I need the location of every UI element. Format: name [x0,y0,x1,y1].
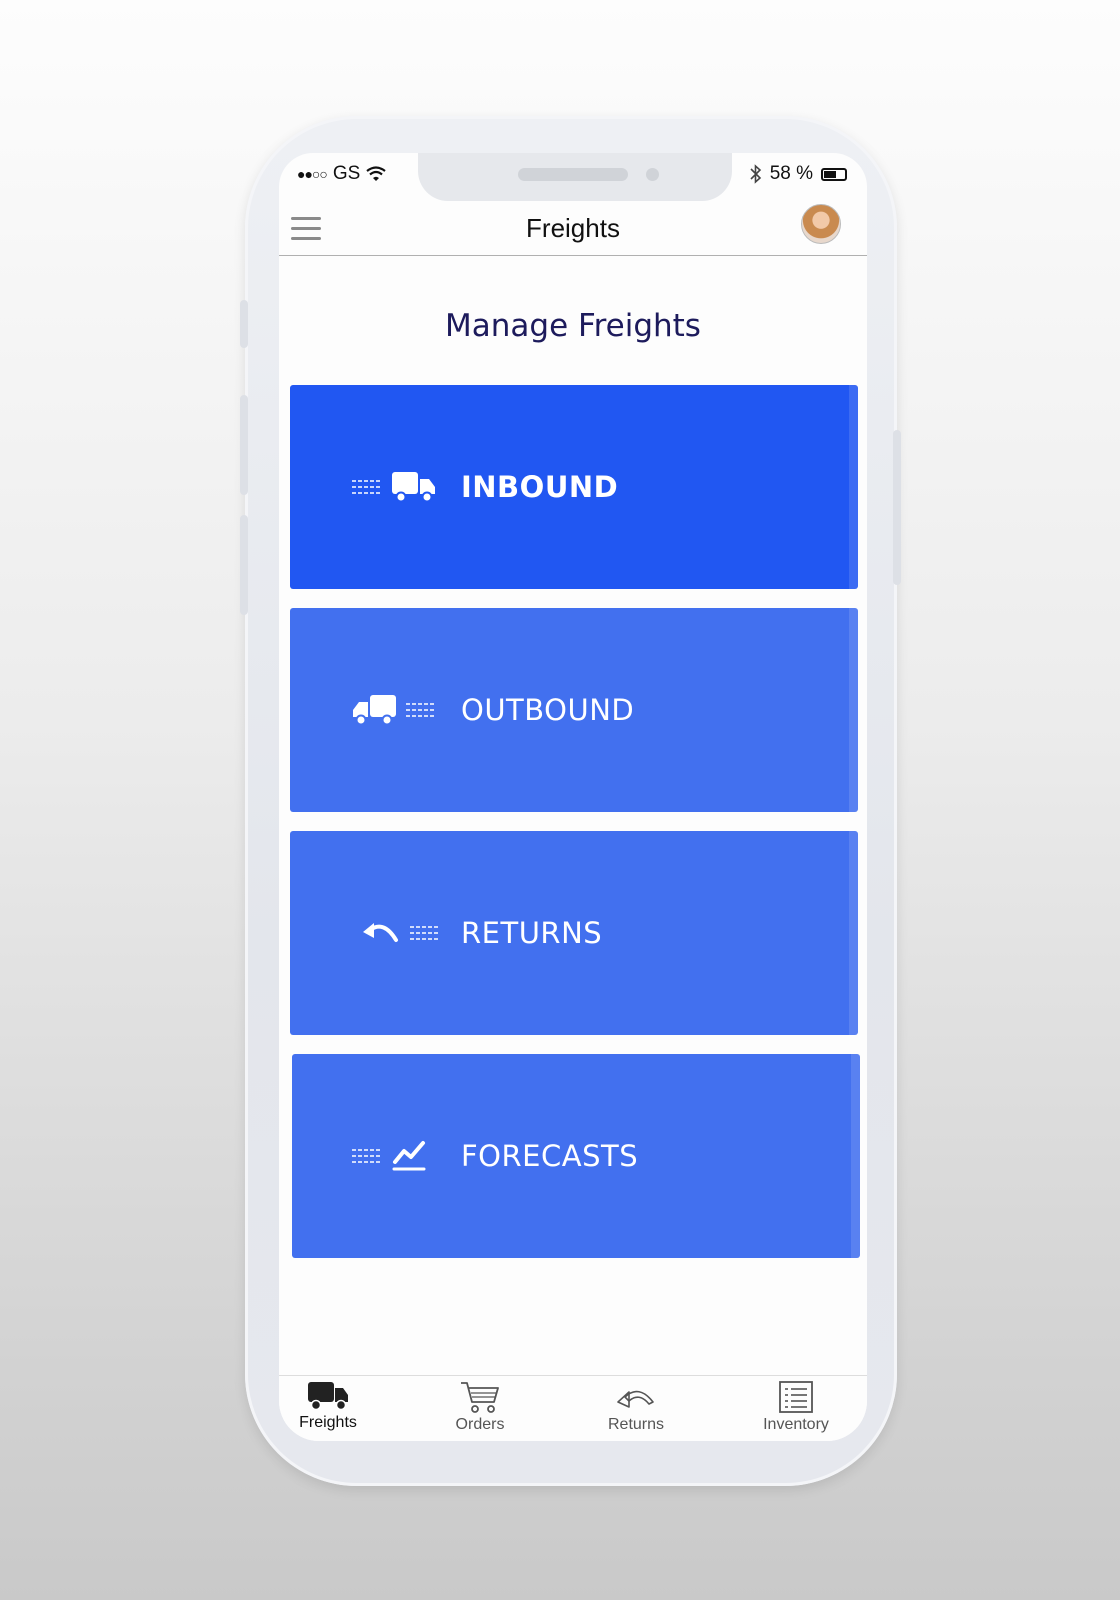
battery-icon [821,167,847,181]
user-avatar[interactable] [801,204,841,244]
speed-lines-icon [410,926,440,940]
tab-inventory-label: Inventory [763,1416,829,1433]
trend-chart-icon [392,1141,426,1171]
wifi-icon [366,166,386,181]
carrier-name: GS [332,163,361,184]
list-icon [779,1381,813,1413]
truck-icon [308,1382,348,1411]
bluetooth-icon [750,164,761,184]
outbound-icons [352,693,436,727]
phone-side-button [240,300,248,348]
returns-icons [362,920,440,946]
inbound-icons [352,470,436,504]
page-title: Manage Freights [445,308,701,344]
truck-icon [353,695,396,726]
tab-freights-label: Freights [299,1414,357,1431]
phone-volume-down [240,515,248,615]
cart-icon [461,1382,499,1413]
undo-arrow-icon [363,923,398,942]
returns-tile[interactable]: RETURNS [290,831,858,1035]
truck-icon [392,472,435,503]
app-screen: ●●○○ GS 58 % Freights Manage Freights IN… [279,153,867,1441]
speed-lines-icon [352,1149,382,1163]
tab-returns-label: Returns [607,1416,665,1433]
tab-orders-label: Orders [455,1416,505,1433]
speaker [518,168,628,181]
tab-orders[interactable]: Orders [425,1380,535,1434]
outbound-label: OUTBOUND [461,693,635,727]
speed-lines-icon [406,703,436,717]
phone-volume-up [240,395,248,495]
return-arrow-icon [617,1390,654,1408]
speed-lines-icon [352,480,382,494]
forecasts-tile[interactable]: FORECASTS [292,1054,860,1258]
forecasts-icons [352,1140,426,1172]
phone-power-button [893,430,901,585]
front-camera [646,168,659,181]
forecasts-label: FORECASTS [461,1139,639,1173]
returns-label: RETURNS [461,916,603,950]
outbound-tile[interactable]: OUTBOUND [290,608,858,812]
inbound-tile[interactable]: INBOUND [290,385,858,589]
tab-freights[interactable]: Freights [279,1380,383,1432]
signal-strength: ●●○○ [297,166,328,182]
nav-title: Freights [526,213,620,243]
status-bar-left: ●●○○ GS [297,163,386,185]
tab-inventory[interactable]: Inventory [741,1380,851,1434]
bottom-tab-bar: Freights Orders Returns Inventory [279,1375,867,1441]
status-bar-right: 58 % [750,163,847,185]
notch [418,153,732,201]
tab-returns[interactable]: Returns [581,1380,691,1434]
battery-percentage: 58 % [769,163,813,184]
inbound-label: INBOUND [461,470,619,504]
navigation-bar: Freights [279,203,867,256]
